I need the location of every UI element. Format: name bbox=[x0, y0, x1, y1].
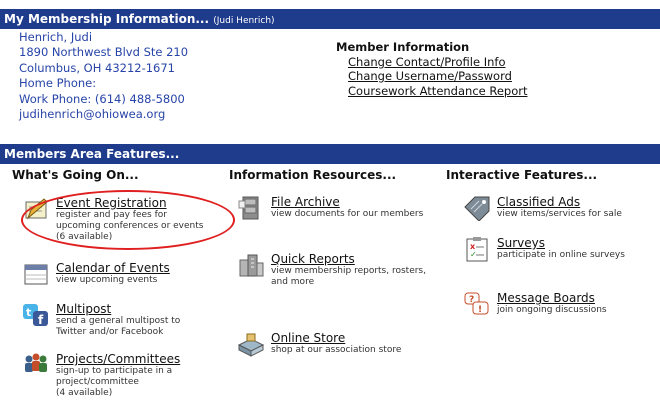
classified-tag-icon bbox=[463, 195, 491, 222]
classified-ads-link[interactable]: Classified Ads bbox=[497, 195, 660, 209]
message-boards-desc: join ongoing discussions bbox=[497, 305, 607, 315]
calendar-icon bbox=[22, 261, 50, 287]
quick-reports-desc-2: and more bbox=[271, 277, 315, 287]
multipost-desc-1: send a general multipost to bbox=[56, 316, 181, 326]
classified-ads-desc: view items/services for sale bbox=[497, 209, 622, 219]
speech-bubbles-icon: ? ! bbox=[463, 291, 491, 317]
multipost-link[interactable]: Multipost bbox=[56, 302, 236, 316]
twitter-facebook-icon: t f bbox=[22, 302, 50, 328]
file-archive-link[interactable]: File Archive bbox=[271, 195, 451, 209]
contact-details: Henrich, Judi 1890 Northwest Blvd Ste 21… bbox=[19, 30, 188, 122]
member-email: judihenrich@ohiowea.org bbox=[19, 107, 166, 122]
store-bag-icon bbox=[237, 331, 265, 357]
membership-header-title: My Membership Information... bbox=[4, 12, 210, 26]
online-store-desc: shop at our association store bbox=[271, 345, 402, 355]
features-header-bar: Members Area Features... bbox=[0, 144, 660, 164]
svg-text:!: ! bbox=[478, 305, 482, 315]
people-group-icon bbox=[22, 352, 50, 378]
event-registration-highlight bbox=[21, 190, 235, 250]
surveys-link[interactable]: Surveys bbox=[497, 236, 660, 250]
member-information-panel: Member Information Change Contact/Profil… bbox=[336, 40, 528, 98]
member-work-phone: Work Phone: (614) 488-5800 bbox=[19, 91, 185, 106]
member-city: Columbus, OH 43212-1671 bbox=[19, 60, 175, 75]
membership-header-user: (Judi Henrich) bbox=[213, 16, 275, 26]
whats-going-on-heading: What's Going On... bbox=[12, 168, 139, 182]
online-store-link[interactable]: Online Store bbox=[271, 331, 451, 345]
calendar-of-events-link[interactable]: Calendar of Events bbox=[56, 261, 236, 275]
features-header-title: Members Area Features... bbox=[4, 147, 180, 161]
interactive-features-heading: Interactive Features... bbox=[446, 168, 598, 182]
svg-text:f: f bbox=[38, 313, 44, 327]
file-cabinet-icon bbox=[237, 195, 265, 221]
projects-committees-link[interactable]: Projects/Committees bbox=[56, 352, 236, 366]
projects-committees-desc-2: project/committee bbox=[56, 377, 139, 387]
projects-committees-desc-1: sign-up to participate in a bbox=[56, 366, 173, 376]
member-street: 1890 Northwest Blvd Ste 210 bbox=[19, 45, 189, 60]
information-resources-heading: Information Resources... bbox=[229, 168, 397, 182]
svg-text:t: t bbox=[26, 306, 31, 319]
svg-text:✓: ✓ bbox=[470, 250, 477, 259]
projects-committees-count: (4 available) bbox=[56, 388, 113, 398]
file-archive-desc: view documents for our members bbox=[271, 209, 424, 219]
quick-reports-desc-1: view membership reports, rosters, bbox=[271, 266, 426, 276]
buildings-icon bbox=[237, 252, 265, 278]
change-username-link[interactable]: Change Username/Password bbox=[336, 69, 528, 84]
member-information-heading: Member Information bbox=[336, 40, 470, 54]
member-home-phone: Home Phone: bbox=[19, 76, 97, 91]
change-contact-link[interactable]: Change Contact/Profile Info bbox=[336, 55, 528, 70]
member-name: Henrich, Judi bbox=[19, 30, 93, 44]
multipost-desc-2: Twitter and/or Facebook bbox=[56, 327, 164, 337]
surveys-desc: participate in online surveys bbox=[497, 250, 625, 260]
calendar-of-events-desc: view upcoming events bbox=[56, 275, 158, 285]
membership-header-bar: My Membership Information... (Judi Henri… bbox=[0, 9, 660, 29]
coursework-report-link[interactable]: Coursework Attendance Report bbox=[336, 84, 528, 99]
message-boards-link[interactable]: Message Boards bbox=[497, 291, 660, 305]
quick-reports-link[interactable]: Quick Reports bbox=[271, 252, 451, 266]
survey-clipboard-icon: x ✓ bbox=[463, 236, 491, 262]
